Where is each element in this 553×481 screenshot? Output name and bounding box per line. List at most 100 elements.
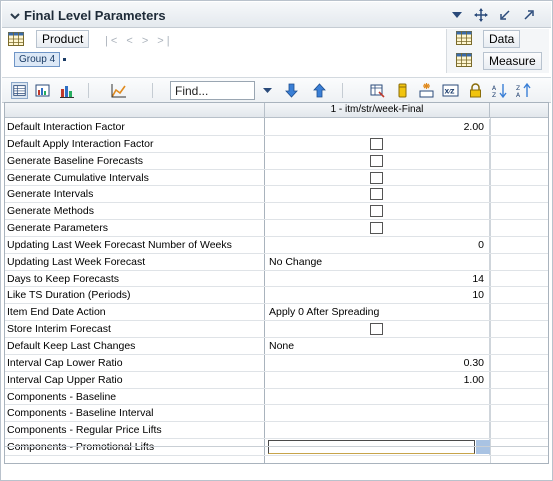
table-row: Default Apply Interaction Factor [5, 135, 548, 153]
table-row: Interval Cap Lower Ratio 0.30 [5, 354, 548, 372]
table-row: Interval Cap Upper Ratio 1.00 [5, 371, 548, 389]
value-cell[interactable] [264, 203, 490, 220]
table-row: Generate Parameters [5, 220, 548, 237]
highlight-icon[interactable] [394, 82, 411, 99]
move-icon[interactable] [474, 8, 488, 22]
data-dimension-tile[interactable]: Data [483, 30, 521, 48]
value-cell[interactable] [264, 169, 490, 186]
spread-icon[interactable] [418, 82, 435, 99]
column-header[interactable]: 1 - itm/str/week-Final [264, 103, 490, 118]
find-next-arrow-icon[interactable] [283, 82, 300, 99]
measure-dimension-tile[interactable]: Measure [483, 52, 542, 70]
chart-settings-icon[interactable] [110, 82, 127, 99]
minimize-arrow-icon[interactable] [498, 8, 512, 22]
find-previous-arrow-icon[interactable] [311, 82, 328, 99]
product-dimension-tile[interactable]: Product [36, 30, 90, 48]
dimension-table-icon [8, 32, 24, 46]
table-row: Components - Regular Price Lifts [5, 422, 548, 440]
row-label: Generate Cumulative Intervals [7, 171, 149, 184]
value-cell[interactable] [264, 135, 490, 152]
row-label: Days to Keep Forecasts [7, 272, 120, 285]
chart-view-icon[interactable] [58, 82, 75, 99]
table-row: Generate Intervals [5, 186, 548, 204]
grid-view-icon[interactable] [11, 82, 28, 99]
toolbar-separator [88, 83, 89, 98]
pivot-area: Product |< < > >| Group 4 Data Measure [2, 29, 551, 77]
row-label: Store Interim Forecast [7, 323, 111, 336]
checkbox[interactable] [370, 323, 383, 336]
value-cell[interactable]: 0 [264, 236, 490, 253]
svg-text:Z: Z [516, 85, 520, 92]
table-row: Default Interaction Factor 2.00 [5, 119, 548, 136]
checkbox[interactable] [370, 171, 383, 184]
show-hide-icon[interactable] [369, 82, 386, 99]
table-row: Components - Baseline [5, 388, 548, 406]
row-label: Components - Baseline [7, 390, 117, 403]
value-cell[interactable] [264, 152, 490, 169]
value-cell[interactable] [264, 405, 490, 422]
row-label: Default Interaction Factor [7, 121, 125, 133]
value-cell[interactable]: 14 [264, 270, 490, 287]
grid-chart-icon[interactable] [34, 82, 51, 99]
table-row: Generate Cumulative Intervals [5, 169, 548, 187]
checkbox[interactable] [370, 222, 383, 235]
cell-editor-button[interactable] [476, 440, 490, 455]
row-label: Interval Cap Lower Ratio [7, 356, 123, 369]
lock-icon[interactable] [467, 82, 484, 99]
checkbox[interactable] [370, 188, 383, 201]
grid-header: 1 - itm/str/week-Final [5, 103, 548, 118]
maximize-arrow-icon[interactable] [522, 8, 536, 22]
table-row: Components - Baseline Interval [5, 405, 548, 423]
table-row: Default Keep Last Changes None [5, 337, 548, 355]
value-cell[interactable]: No Change [264, 253, 490, 270]
find-input[interactable]: Find... [170, 81, 255, 100]
row-label: Like TS Duration (Periods) [7, 289, 131, 302]
sort-descending-icon[interactable]: Z A [515, 82, 532, 99]
level-navigation-arrows[interactable]: |< < > >| [105, 35, 173, 47]
row-label: Default Apply Interaction Factor [7, 137, 154, 150]
toolbar-separator [342, 83, 343, 98]
measure-table-icon [456, 53, 472, 67]
table-row: Store Interim Forecast [5, 321, 548, 338]
table-row: Updating Last Week Forecast Number of We… [5, 236, 548, 254]
value-cell[interactable] [264, 321, 490, 337]
table-row: Item End Date Action Apply 0 After Spread… [5, 304, 548, 322]
row-label: Item End Date Action [7, 306, 106, 319]
value-cell[interactable]: 1.00 [264, 371, 490, 388]
group-tile[interactable]: Group 4 [14, 52, 61, 67]
value-cell[interactable]: 0.30 [264, 354, 490, 371]
row-label: Generate Intervals [7, 188, 94, 201]
final-level-parameters-panel: Final Level Parameters Product |< < > >| [0, 0, 553, 481]
value-cell[interactable] [264, 186, 490, 203]
find-dropdown-icon[interactable] [259, 82, 276, 99]
cell-editor-input[interactable] [268, 440, 475, 455]
parameters-grid: 1 - itm/str/week-Final Default Interacti… [4, 102, 549, 464]
checkbox[interactable] [370, 137, 383, 150]
sort-ascending-icon[interactable]: A Z [491, 82, 508, 99]
value-cell[interactable] [264, 422, 490, 439]
collapse-chevron-icon[interactable] [10, 11, 20, 21]
value-cell[interactable]: 10 [264, 287, 490, 304]
row-label: Components - Baseline Interval [7, 407, 154, 420]
panel-title: Final Level Parameters [24, 8, 166, 23]
checkbox[interactable] [370, 205, 383, 218]
table-row: Like TS Duration (Periods) 10 [5, 287, 548, 305]
value-cell[interactable]: 2.00 [264, 119, 490, 135]
data-table-icon [456, 31, 472, 45]
grid-rows: Default Interaction Factor 2.00 Default Ap… [5, 119, 548, 456]
column-dimension-area: Data Measure [446, 29, 549, 73]
menu-dropdown-icon[interactable] [450, 8, 464, 22]
value-cell[interactable]: None [264, 337, 490, 354]
formula-xyz-icon[interactable]: X⁄Z [442, 82, 459, 99]
row-label: Updating Last Week Forecast [7, 255, 146, 268]
row-label: Interval Cap Upper Ratio [7, 373, 123, 386]
value-cell[interactable]: Apply 0 After Spreading [264, 304, 490, 321]
row-label: Components - Regular Price Lifts [7, 424, 162, 437]
table-row: Generate Methods [5, 203, 548, 221]
row-label: Generate Parameters [7, 222, 108, 235]
value-cell[interactable] [264, 388, 490, 405]
panel-titlebar: Final Level Parameters [2, 2, 551, 28]
svg-text:Z: Z [492, 92, 496, 99]
checkbox[interactable] [370, 154, 383, 167]
value-cell[interactable] [264, 220, 490, 236]
